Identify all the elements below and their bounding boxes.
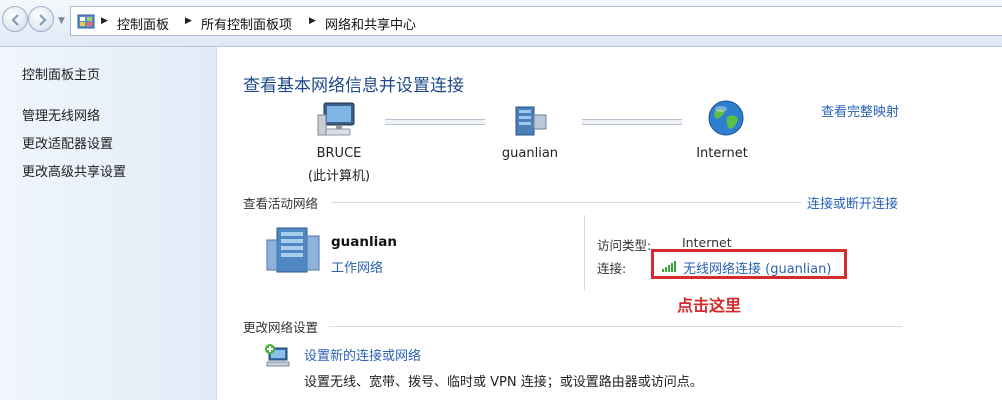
section-divider xyxy=(331,202,801,203)
main-content: 查看基本网络信息并设置连接 查看完整映射 BRUCE (此计算机) guanli… xyxy=(217,47,1002,400)
vertical-divider xyxy=(584,215,585,291)
computer-sublabel: (此计算机) xyxy=(307,169,371,184)
active-networks-heading: 查看活动网络 xyxy=(243,196,319,211)
sidebar-item-advanced-sharing[interactable]: 更改高级共享设置 xyxy=(22,161,126,180)
view-full-map-link[interactable]: 查看完整映射 xyxy=(821,101,899,120)
control-panel-icon xyxy=(77,14,95,29)
sidebar-item-adapter-settings[interactable]: 更改适配器设置 xyxy=(22,133,113,152)
network-icon[interactable] xyxy=(512,101,552,141)
section-divider xyxy=(329,326,902,327)
breadcrumb-separator-icon[interactable]: ▶ xyxy=(185,16,192,26)
active-network-name: guanlian xyxy=(331,234,397,250)
access-type-label: 访问类型: xyxy=(597,238,652,253)
new-connection-icon xyxy=(265,344,290,367)
access-type-value: Internet xyxy=(682,235,732,250)
sidebar: 控制面板主页 管理无线网络 更改适配器设置 更改高级共享设置 xyxy=(0,47,217,400)
connection-label: 连接: xyxy=(597,261,627,276)
breadcrumb-separator-icon[interactable]: ▶ xyxy=(309,16,316,26)
back-button[interactable] xyxy=(2,6,28,32)
back-arrow-icon xyxy=(11,14,19,26)
highlight-box xyxy=(651,249,847,279)
forward-arrow-icon xyxy=(39,14,47,26)
breadcrumb-network-center[interactable]: 网络和共享中心 xyxy=(325,14,416,33)
work-network-icon xyxy=(266,227,320,273)
connect-disconnect-link[interactable]: 连接或断开连接 xyxy=(807,193,898,212)
address-bar: ▼ ▶ 控制面板 ▶ 所有控制面板项 ▶ 网络和共享中心 xyxy=(0,0,1002,47)
network-type-link[interactable]: 工作网络 xyxy=(331,257,383,276)
breadcrumb-separator-icon[interactable]: ▶ xyxy=(101,16,108,26)
internet-label: Internet xyxy=(696,146,748,161)
change-settings-heading: 更改网络设置 xyxy=(243,320,319,335)
annotation-click-here: 点击这里 xyxy=(677,296,742,315)
computer-name-label: BRUCE xyxy=(316,146,362,161)
setup-new-connection-desc: 设置无线、宽带、拨号、临时或 VPN 连接；或设置路由器或访问点。 xyxy=(304,375,703,390)
network-name-label: guanlian xyxy=(501,146,559,161)
sidebar-item-manage-wireless[interactable]: 管理无线网络 xyxy=(22,105,100,124)
globe-icon[interactable] xyxy=(707,99,745,137)
breadcrumb-all-items[interactable]: 所有控制面板项 xyxy=(201,14,292,33)
breadcrumb-control-panel[interactable]: 控制面板 xyxy=(117,14,169,33)
forward-button[interactable] xyxy=(28,6,54,32)
connection-line xyxy=(582,119,682,125)
breadcrumb[interactable]: ▶ 控制面板 ▶ 所有控制面板项 ▶ 网络和共享中心 xyxy=(70,6,1002,36)
page-title: 查看基本网络信息并设置连接 xyxy=(243,76,464,96)
setup-new-connection-link[interactable]: 设置新的连接或网络 xyxy=(304,345,421,364)
computer-icon[interactable] xyxy=(316,101,360,141)
sidebar-item-home[interactable]: 控制面板主页 xyxy=(22,64,100,83)
history-dropdown-icon[interactable]: ▼ xyxy=(58,16,65,26)
connection-line xyxy=(385,119,485,125)
